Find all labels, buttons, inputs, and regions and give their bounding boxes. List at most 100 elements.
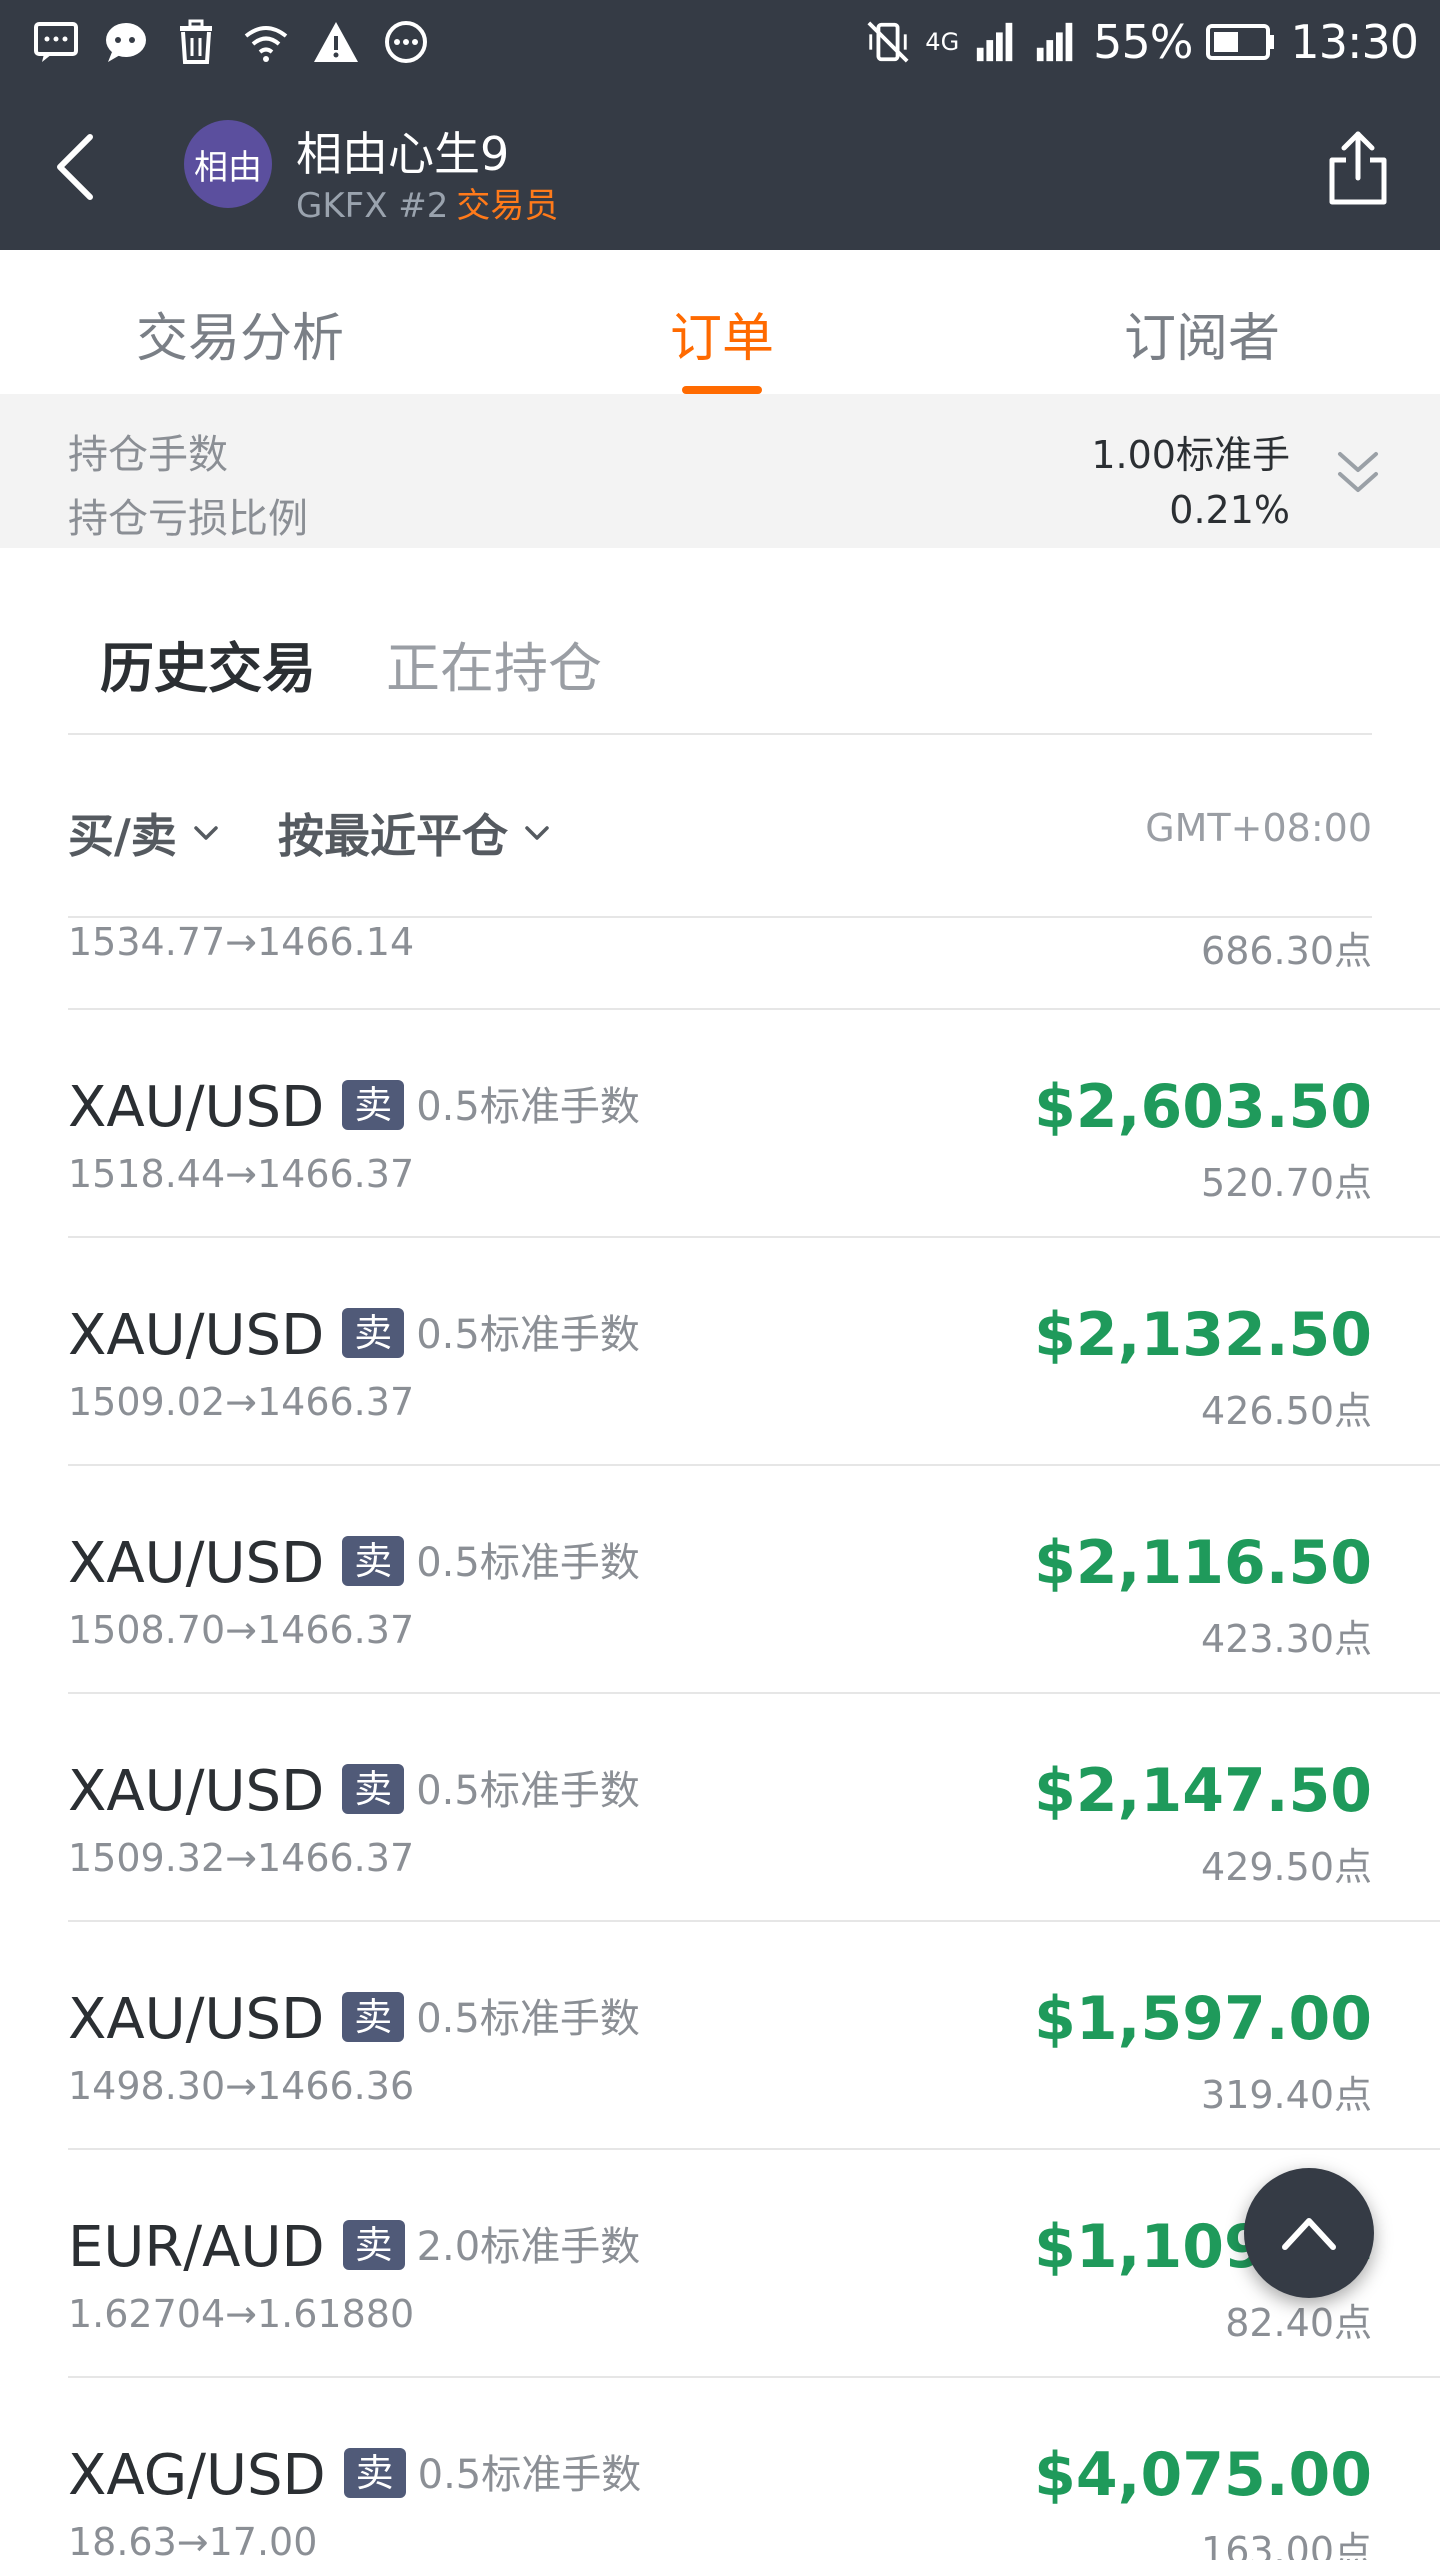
signal-icon <box>1037 22 1073 62</box>
network-type: 4G <box>925 28 960 56</box>
order-prices: 1509.32→1466.37 <box>68 1836 415 1880</box>
chevron-down-icon <box>194 826 218 840</box>
order-lots: 0.5标准手数 <box>417 2452 642 2498</box>
order-prices: 1509.02→1466.37 <box>68 1380 415 1424</box>
order-symbol-line: XAU/USD 卖 0.5标准手数 <box>68 1986 640 2052</box>
filter-row: 买/卖 按最近平仓 GMT+08:00 <box>0 736 1440 916</box>
divider <box>68 733 1372 735</box>
list-item[interactable]: EUR/AUD 卖 2.0标准手数 1.62704→1.61880 $1,109.2… <box>68 2150 1440 2378</box>
order-points: 426.50点 <box>1201 1389 1372 1433</box>
chat-bubble-icon <box>106 23 146 62</box>
order-symbol: XAU/USD <box>68 1759 325 1824</box>
order-profit: $1,597.00 <box>1034 1984 1372 2054</box>
battery-percent: 55% <box>1093 15 1193 69</box>
status-system-icons: 4G 55% 13:30 <box>865 12 1419 72</box>
order-points: 82.40点 <box>1225 2301 1372 2345</box>
subtab-open-positions[interactable]: 正在持仓 <box>386 624 602 703</box>
tab-subscribers[interactable]: 订阅者 <box>1124 296 1280 371</box>
chevron-up-icon <box>1282 2218 1336 2250</box>
main-tabs: 交易分析 订单 订阅者 <box>0 268 1440 394</box>
order-prices: 1534.77→1466.14 <box>68 920 415 964</box>
order-lots: 0.5标准手数 <box>416 1540 640 1586</box>
chevron-down-icon <box>525 826 549 840</box>
avatar[interactable]: 相由 <box>184 120 272 208</box>
order-symbol-line: XAU/USD 卖 0.5标准手数 <box>68 1758 640 1824</box>
trader-subtitle: GKFX #2 交易员 <box>296 178 558 227</box>
back-arrow-icon <box>57 134 93 200</box>
message-icon <box>34 22 78 62</box>
order-symbol: XAG/USD <box>68 2443 326 2508</box>
order-profit: $2,116.50 <box>1034 1528 1372 1598</box>
list-item[interactable]: XAG/USD 卖 0.5标准手数 18.63→17.00 $4,075.00 16… <box>68 2378 1440 2560</box>
side-badge: 卖 <box>342 2220 405 2270</box>
share-button[interactable] <box>1320 128 1396 208</box>
order-prices: 1518.44→1466.37 <box>68 1152 415 1196</box>
sort-filter-label: 按最近平仓 <box>278 809 508 863</box>
back-button[interactable] <box>30 122 120 212</box>
trader-name: 相由心生9 <box>296 127 510 181</box>
order-symbol: XAU/USD <box>68 1075 325 1140</box>
side-filter-dropdown[interactable]: 买/卖 <box>68 800 221 866</box>
order-profit: $4,075.00 <box>1034 2440 1372 2510</box>
active-tab-indicator <box>682 386 762 394</box>
order-lots: 0.5标准手数 <box>416 1312 640 1358</box>
lots-value: 1.00标准手 <box>1091 433 1290 477</box>
order-symbol-line: XAG/USD 卖 0.5标准手数 <box>68 2442 641 2508</box>
order-subtabs: 历史交易 正在持仓 <box>0 548 1440 734</box>
vibrate-icon <box>867 21 909 63</box>
tab-trade-analysis[interactable]: 交易分析 <box>136 296 344 371</box>
status-bar: 4G 55% 13:30 <box>0 0 1440 84</box>
order-prices: 18.63→17.00 <box>68 2520 318 2560</box>
order-symbol: XAU/USD <box>68 1987 325 2052</box>
order-points: 319.40点 <box>1201 2073 1372 2117</box>
sort-filter-dropdown[interactable]: 按最近平仓 <box>278 800 552 866</box>
signal-4g-icon <box>977 22 1013 62</box>
double-chevron-down-icon[interactable] <box>1326 442 1390 506</box>
order-points: 423.30点 <box>1201 1617 1372 1661</box>
order-symbol: EUR/AUD <box>68 2215 325 2280</box>
pl-ratio-label: 持仓亏损比例 <box>68 496 308 542</box>
list-item[interactable]: XAU/USD 卖 0.5标准手数 1508.70→1466.37 $2,116.5… <box>68 1466 1440 1694</box>
order-prices: 1508.70→1466.37 <box>68 1608 415 1652</box>
side-badge: 卖 <box>342 1308 405 1358</box>
more-circle-icon <box>385 21 427 63</box>
side-badge: 卖 <box>342 1536 405 1586</box>
order-points: 163.00点 <box>1201 2529 1372 2560</box>
list-item[interactable]: XAU/USD 卖 0.5标准手数 1498.30→1466.36 $1,597.0… <box>68 1922 1440 2150</box>
wifi-question-icon <box>244 26 288 62</box>
order-points: 686.30点 <box>1201 929 1372 973</box>
order-profit: $2,132.50 <box>1034 1300 1372 1370</box>
order-lots: 0.5标准手数 <box>416 1996 640 2042</box>
order-symbol-line: EUR/AUD 卖 2.0标准手数 <box>68 2214 640 2280</box>
order-prices: 1498.30→1466.36 <box>68 2064 415 2108</box>
trader-role: 交易员 <box>456 186 559 226</box>
scroll-to-top-button[interactable] <box>1244 2168 1374 2298</box>
subtab-history[interactable]: 历史交易 <box>100 624 316 703</box>
list-item[interactable]: 1534.77→1466.14 686.30点 <box>68 918 1440 1010</box>
order-lots: 0.5标准手数 <box>416 1768 640 1814</box>
list-item[interactable]: XAU/USD 卖 0.5标准手数 1518.44→1466.37 $2,603.5… <box>68 1010 1440 1238</box>
share-icon <box>1329 131 1387 205</box>
order-profit: $2,147.50 <box>1034 1756 1372 1826</box>
order-prices: 1.62704→1.61880 <box>68 2292 415 2336</box>
order-lots: 0.5标准手数 <box>416 1084 640 1130</box>
order-symbol: XAU/USD <box>68 1531 325 1596</box>
side-badge: 卖 <box>342 1992 405 2042</box>
tab-orders[interactable]: 订单 <box>670 296 774 371</box>
top-bar: 4G 55% 13:30 相由 相由心生9 GKFX #2 交易员 <box>0 0 1440 250</box>
side-badge: 卖 <box>343 2448 406 2498</box>
warning-icon <box>314 22 358 62</box>
side-badge: 卖 <box>342 1764 405 1814</box>
order-lots: 2.0标准手数 <box>416 2224 641 2270</box>
app-header: 相由 相由心生9 GKFX #2 交易员 <box>0 84 1440 250</box>
order-symbol-line: XAU/USD 卖 0.5标准手数 <box>68 1302 640 1368</box>
side-badge: 卖 <box>342 1080 405 1130</box>
list-item[interactable]: XAU/USD 卖 0.5标准手数 1509.02→1466.37 $2,132.5… <box>68 1238 1440 1466</box>
list-item[interactable]: XAU/USD 卖 0.5标准手数 1509.32→1466.37 $2,147.5… <box>68 1694 1440 1922</box>
order-profit: $2,603.50 <box>1034 1072 1372 1142</box>
battery-icon <box>1206 24 1275 60</box>
position-summary: 持仓手数 1.00标准手 持仓亏损比例 0.21% <box>0 394 1440 548</box>
lots-label: 持仓手数 <box>68 432 228 478</box>
order-symbol: XAU/USD <box>68 1303 325 1368</box>
status-notification-icons <box>32 16 430 68</box>
